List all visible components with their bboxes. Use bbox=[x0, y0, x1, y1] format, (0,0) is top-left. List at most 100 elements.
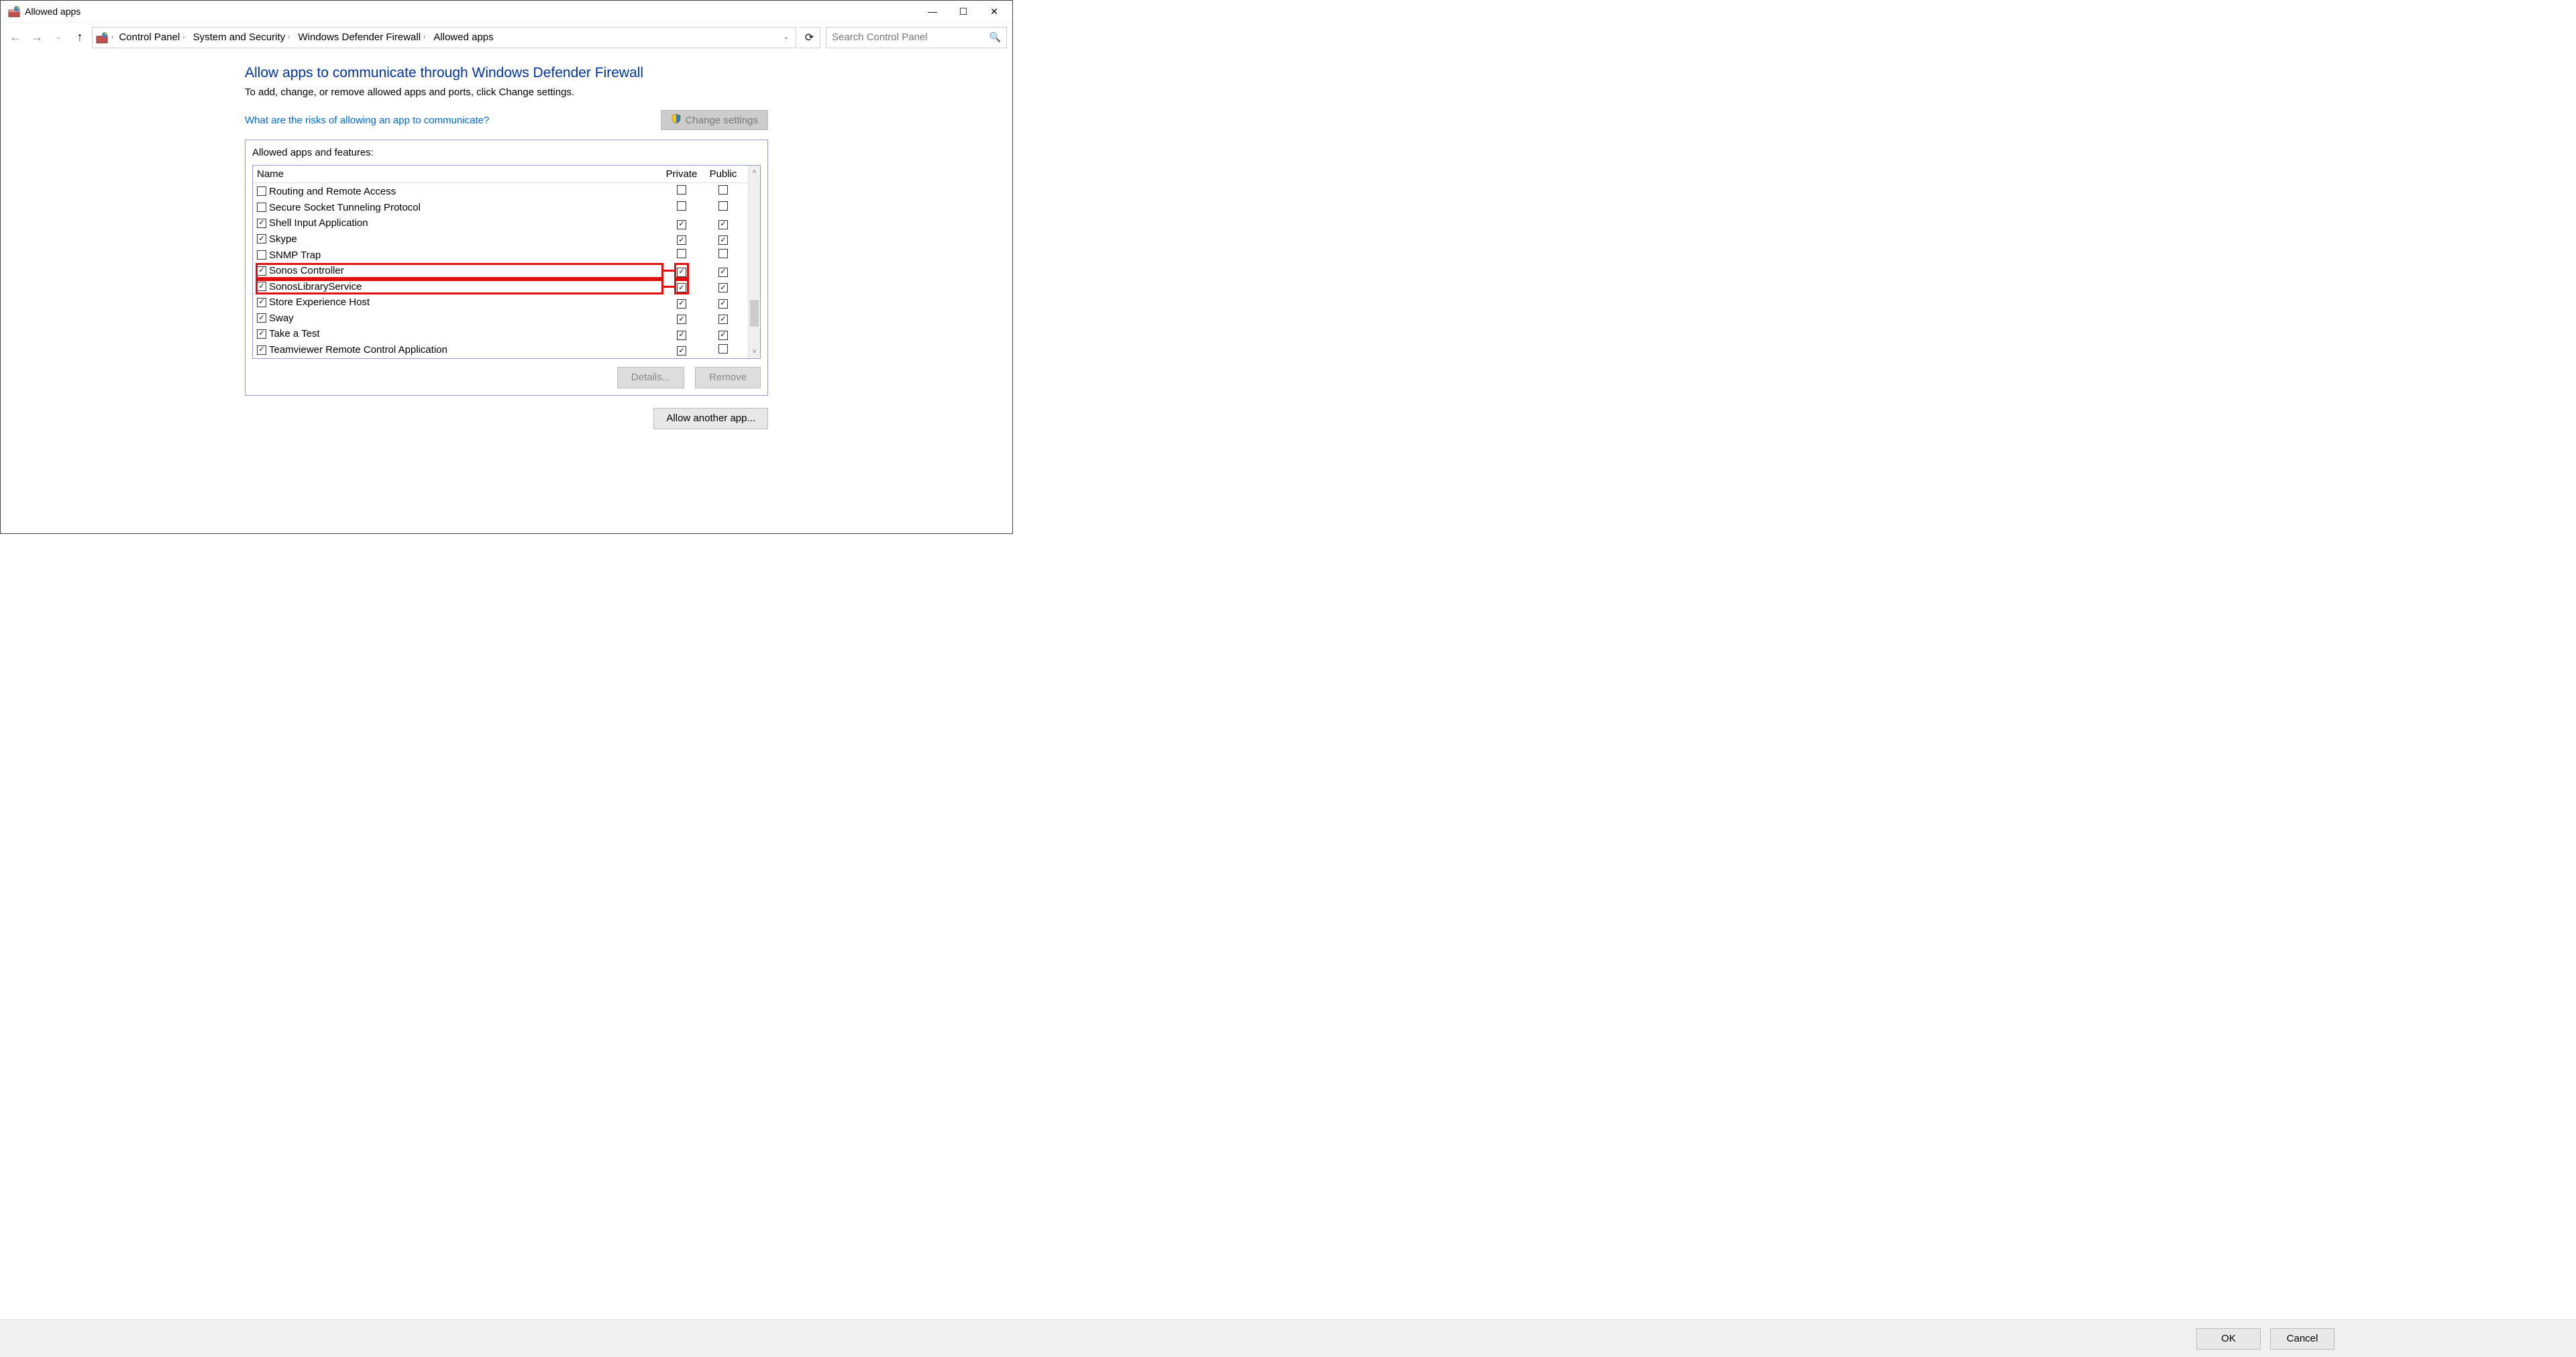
minimize-button[interactable]: — bbox=[917, 1, 948, 22]
row-name: SonosLibraryService bbox=[269, 281, 661, 292]
row-public-checkbox[interactable] bbox=[702, 201, 744, 213]
firewall-icon bbox=[7, 5, 21, 18]
row-name: SNMP Trap bbox=[269, 250, 661, 261]
column-public[interactable]: Public bbox=[702, 168, 744, 180]
list-header: Name Private Public bbox=[253, 166, 748, 183]
firewall-icon bbox=[95, 31, 109, 44]
row-public-checkbox[interactable] bbox=[702, 217, 744, 229]
navbar: ← → ⌄ ↑ › Control Panel› System and Secu… bbox=[1, 22, 1012, 52]
row-private-checkbox[interactable] bbox=[661, 249, 702, 261]
table-row[interactable]: Sonos Controller bbox=[253, 263, 748, 279]
row-enable-checkbox[interactable] bbox=[257, 313, 266, 323]
back-button[interactable]: ← bbox=[6, 28, 25, 47]
row-enable-checkbox[interactable] bbox=[257, 266, 266, 276]
change-settings-button[interactable]: Change settings bbox=[661, 110, 768, 130]
shield-icon bbox=[671, 113, 682, 127]
row-name: Secure Socket Tunneling Protocol bbox=[269, 202, 661, 213]
table-row[interactable]: Secure Socket Tunneling Protocol bbox=[253, 199, 748, 215]
table-row[interactable]: Routing and Remote Access bbox=[253, 183, 748, 199]
row-public-checkbox[interactable] bbox=[702, 281, 744, 293]
scrollbar[interactable]: ˄ ˅ bbox=[748, 166, 760, 358]
scroll-up-icon[interactable]: ˄ bbox=[749, 166, 760, 178]
table-row[interactable]: Shell Input Application bbox=[253, 215, 748, 231]
row-name: Shell Input Application bbox=[269, 217, 661, 229]
search-input[interactable] bbox=[832, 32, 989, 43]
table-row[interactable]: Sway bbox=[253, 311, 748, 327]
search-box[interactable]: 🔍 bbox=[826, 27, 1007, 48]
row-enable-checkbox[interactable] bbox=[257, 203, 266, 212]
table-row[interactable]: Store Experience Host bbox=[253, 294, 748, 311]
row-private-checkbox[interactable] bbox=[661, 313, 702, 325]
breadcrumb[interactable]: System and Security› bbox=[191, 32, 293, 43]
table-row[interactable]: Teamviewer Remote Control Application bbox=[253, 342, 748, 358]
row-enable-checkbox[interactable] bbox=[257, 282, 266, 291]
row-private-checkbox[interactable] bbox=[661, 201, 702, 213]
row-private-checkbox[interactable] bbox=[661, 281, 702, 293]
column-private[interactable]: Private bbox=[661, 168, 702, 180]
row-private-checkbox[interactable] bbox=[661, 296, 702, 309]
scroll-thumb[interactable] bbox=[750, 300, 759, 327]
row-name: Take a Test bbox=[269, 328, 661, 339]
breadcrumb[interactable]: Allowed apps bbox=[431, 32, 496, 43]
row-public-checkbox[interactable] bbox=[702, 296, 744, 309]
row-enable-checkbox[interactable] bbox=[257, 298, 266, 307]
row-public-checkbox[interactable] bbox=[702, 265, 744, 277]
details-button[interactable]: Details... bbox=[617, 367, 684, 388]
row-public-checkbox[interactable] bbox=[702, 344, 744, 356]
recent-dropdown[interactable]: ⌄ bbox=[49, 28, 68, 47]
row-private-checkbox[interactable] bbox=[661, 328, 702, 340]
row-name: Skype bbox=[269, 233, 661, 245]
page-subtext: To add, change, or remove allowed apps a… bbox=[245, 87, 768, 98]
row-enable-checkbox[interactable] bbox=[257, 329, 266, 339]
row-name: Sway bbox=[269, 313, 661, 324]
row-enable-checkbox[interactable] bbox=[257, 234, 266, 243]
refresh-button[interactable]: ⟳ bbox=[799, 27, 820, 48]
row-enable-checkbox[interactable] bbox=[257, 219, 266, 228]
breadcrumb[interactable]: Control Panel› bbox=[116, 32, 187, 43]
row-name: Sonos Controller bbox=[269, 265, 661, 276]
window-title: Allowed apps bbox=[25, 6, 80, 17]
maximize-button[interactable]: ☐ bbox=[948, 1, 979, 22]
row-private-checkbox[interactable] bbox=[661, 344, 702, 356]
breadcrumb[interactable]: Windows Defender Firewall› bbox=[295, 32, 428, 43]
forward-button[interactable]: → bbox=[28, 28, 46, 47]
scroll-down-icon[interactable]: ˅ bbox=[749, 346, 760, 358]
row-enable-checkbox[interactable] bbox=[257, 345, 266, 355]
close-button[interactable]: ✕ bbox=[979, 1, 1010, 22]
titlebar: Allowed apps — ☐ ✕ bbox=[1, 1, 1012, 22]
chevron-right-icon: › bbox=[111, 34, 113, 41]
table-row[interactable]: Take a Test bbox=[253, 326, 748, 342]
row-public-checkbox[interactable] bbox=[702, 313, 744, 325]
row-name: Teamviewer Remote Control Application bbox=[269, 344, 661, 356]
page-title: Allow apps to communicate through Window… bbox=[245, 65, 768, 81]
group-label: Allowed apps and features: bbox=[252, 147, 761, 158]
footer: OK Cancel bbox=[0, 1319, 2576, 1357]
row-public-checkbox[interactable] bbox=[702, 249, 744, 261]
search-icon: 🔍 bbox=[989, 32, 1001, 43]
row-private-checkbox[interactable] bbox=[661, 217, 702, 229]
row-public-checkbox[interactable] bbox=[702, 233, 744, 246]
row-private-checkbox[interactable] bbox=[661, 185, 702, 197]
content: Allow apps to communicate through Window… bbox=[1, 52, 1012, 429]
table-row[interactable]: Skype bbox=[253, 231, 748, 248]
address-dropdown[interactable]: ⌄ bbox=[780, 34, 793, 41]
risks-link[interactable]: What are the risks of allowing an app to… bbox=[245, 115, 489, 126]
table-row[interactable]: SNMP Trap bbox=[253, 247, 748, 263]
row-private-checkbox[interactable] bbox=[661, 233, 702, 246]
row-public-checkbox[interactable] bbox=[702, 328, 744, 340]
row-enable-checkbox[interactable] bbox=[257, 250, 266, 260]
row-private-checkbox[interactable] bbox=[661, 265, 702, 277]
allow-another-app-button[interactable]: Allow another app... bbox=[653, 408, 768, 429]
row-name: Routing and Remote Access bbox=[269, 186, 661, 197]
row-public-checkbox[interactable] bbox=[702, 185, 744, 197]
column-name[interactable]: Name bbox=[257, 168, 661, 180]
address-bar[interactable]: › Control Panel› System and Security› Wi… bbox=[92, 27, 796, 48]
up-button[interactable]: ↑ bbox=[70, 28, 89, 47]
table-row[interactable]: SonosLibraryService bbox=[253, 279, 748, 295]
apps-list: Name Private Public Routing and Remote A… bbox=[252, 165, 761, 359]
remove-button[interactable]: Remove bbox=[695, 367, 761, 388]
ok-button[interactable]: OK bbox=[2196, 1328, 2261, 1350]
row-enable-checkbox[interactable] bbox=[257, 186, 266, 196]
groupbox-allowed-apps: Allowed apps and features: Name Private … bbox=[245, 140, 768, 396]
cancel-button[interactable]: Cancel bbox=[2270, 1328, 2334, 1350]
